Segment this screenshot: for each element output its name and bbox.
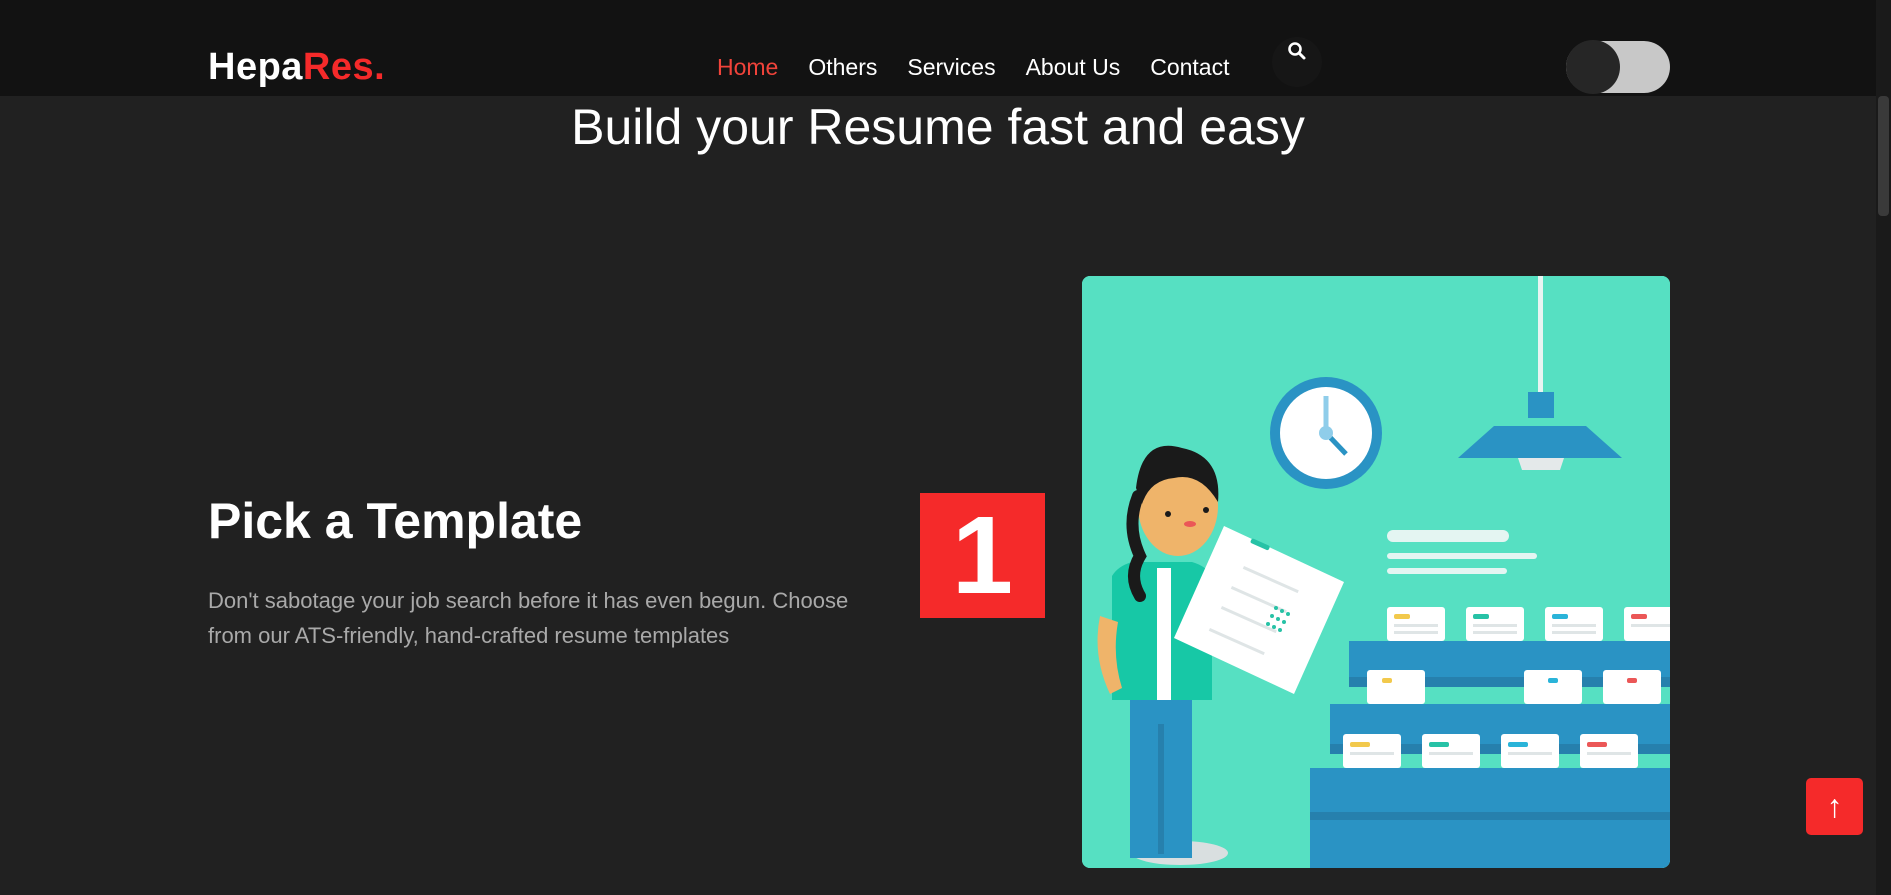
nav-item-others[interactable]: Others [808, 54, 877, 81]
search-icon [1288, 42, 1306, 60]
search-button[interactable] [1272, 37, 1322, 87]
site-header: HepaRes. Home Others Services About Us C… [0, 0, 1891, 96]
woman-with-resume-illustration [1082, 276, 1670, 868]
template-illustration [1082, 276, 1670, 868]
step-title: Pick a Template [208, 493, 583, 549]
brand-name-primary: Hepa [208, 46, 303, 88]
scrollbar-thumb[interactable] [1878, 96, 1889, 216]
step-description: Don't sabotage your job search before it… [208, 588, 849, 648]
step-number-badge: 1 [920, 493, 1045, 618]
page-scrollbar[interactable] [1876, 0, 1891, 895]
nav-item-about-us[interactable]: About Us [1026, 54, 1121, 81]
main-nav: Home Others Services About Us Contact [717, 54, 1259, 81]
nav-item-contact[interactable]: Contact [1150, 54, 1229, 81]
brand-name-accent: Res. [302, 46, 386, 88]
theme-toggle[interactable] [1566, 40, 1670, 94]
nav-item-services[interactable]: Services [907, 54, 995, 81]
theme-toggle-knob [1566, 40, 1620, 94]
hero-title: Build your Resume fast and easy [571, 99, 1305, 155]
brand-logo[interactable]: HepaRes. [208, 46, 385, 89]
nav-item-home[interactable]: Home [717, 54, 778, 81]
back-to-top-button[interactable]: ↑ [1806, 778, 1863, 835]
